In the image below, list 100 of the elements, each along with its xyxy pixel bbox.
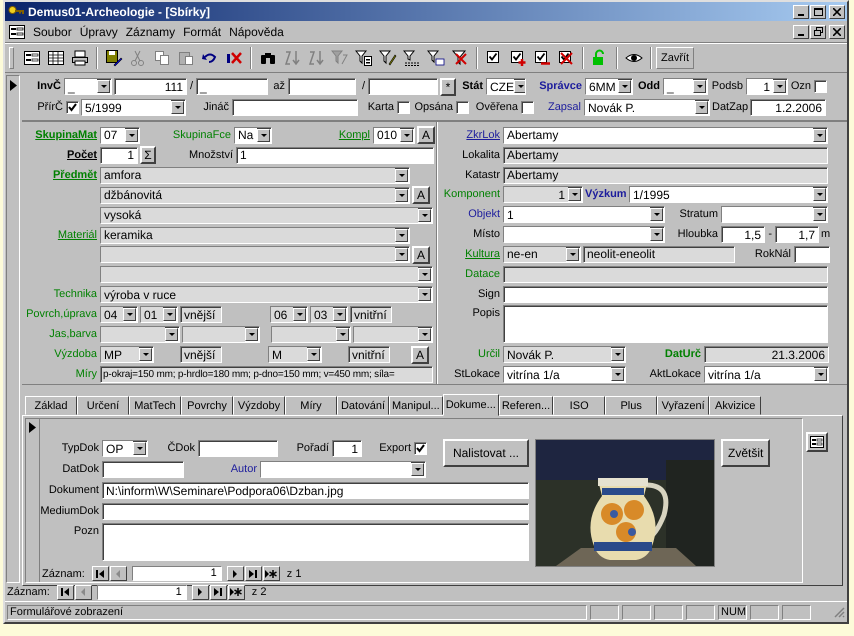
paste-icon[interactable] [177,49,195,67]
minimize-button[interactable] [793,4,809,18]
table-icon[interactable] [47,49,65,67]
text-field[interactable]: vnější [180,306,222,324]
filter-lines-icon[interactable] [403,49,421,67]
text-field[interactable] [503,266,828,283]
tab[interactable]: Akvizice [709,396,762,415]
first-record-button[interactable] [92,566,109,581]
combo-box[interactable] [721,206,828,224]
combo-box[interactable]: vitrína 1/a [704,366,829,384]
last-record-button[interactable] [244,566,262,581]
tab[interactable]: Výzdoby [233,396,285,415]
first-record-button[interactable] [56,584,74,600]
tab[interactable]: Povrchy [181,396,233,415]
checkbox[interactable] [521,101,534,114]
text-field[interactable] [794,246,830,263]
combo-box[interactable]: M [268,346,322,364]
menu-item[interactable]: Formát [179,24,226,38]
combo-box[interactable]: 1 [746,78,788,95]
combo-box[interactable]: 06 [270,306,308,324]
menu-item[interactable]: Záznamy [122,24,180,38]
small-button[interactable]: A [417,126,435,144]
form-view-button[interactable] [806,432,828,452]
text-field[interactable]: N:\inform\W\Seminare\Podpora06\Dzban.jpg [102,482,529,499]
small-button[interactable]: A [412,186,430,204]
combo-box[interactable]: keramika [100,226,410,244]
tab[interactable]: Základ [25,396,77,415]
text-field[interactable] [198,440,278,457]
new-record-button[interactable] [228,584,245,600]
text-field[interactable] [288,78,356,95]
combo-box[interactable]: Novák P. [503,346,626,364]
minimize-button[interactable] [793,24,809,38]
text-field[interactable]: vnitřní [348,346,390,364]
close-form-button[interactable]: Zavřít [656,47,694,69]
combo-box[interactable]: _ [663,78,708,95]
text-field[interactable]: p-okraj=150 mm; p-hrdlo=180 mm; p-dno=150 mm; v=450 mm; síla= [100,366,433,384]
checkbox-cross-icon[interactable] [557,49,575,67]
checkbox[interactable] [456,101,469,114]
disk-pencil-icon[interactable] [105,49,123,67]
filter-remove-icon[interactable] [451,49,469,67]
text-field[interactable] [368,78,438,95]
small-button[interactable]: A [412,246,430,264]
small-button[interactable]: Σ [140,146,156,164]
combo-box[interactable]: Abertamy [503,126,828,144]
combo-box[interactable]: vitrína 1/a [503,366,626,384]
text-field[interactable]: _ [196,78,268,95]
next-record-button[interactable] [192,584,209,600]
record-number-field[interactable]: 1 [96,584,187,600]
browse-button[interactable]: Nalistovat ... [442,439,529,467]
combo-box[interactable]: 5/1999 [81,99,186,116]
text-field[interactable] [232,99,358,116]
combo-box[interactable]: Na [234,126,272,144]
tab[interactable]: Dokume... [442,394,499,416]
tab[interactable]: Vyřazení [657,396,710,415]
checkbox[interactable] [397,101,410,114]
text-field[interactable]: 1 [332,440,362,457]
combo-box[interactable]: 07 [100,126,140,144]
combo-box[interactable]: 04 [100,306,138,324]
combo-box[interactable]: 03 [310,306,348,324]
checkbox[interactable] [814,80,827,93]
text-field[interactable] [102,461,184,478]
record-selector[interactable] [6,75,20,583]
combo-box[interactable]: vysoká [100,206,433,224]
close-button[interactable] [829,4,845,18]
combo-box[interactable]: Novák P. [584,99,710,116]
copy-icon[interactable] [153,49,171,67]
text-field[interactable]: 1.2.2006 [750,99,826,116]
checkbox[interactable] [66,101,79,114]
combo-box[interactable]: 1 [503,206,665,224]
text-field[interactable]: Abertamy [503,166,828,184]
combo-box[interactable]: 1 [503,186,583,204]
small-button[interactable]: * [440,78,456,96]
resize-grip-icon[interactable] [833,606,845,618]
text-field[interactable]: vnitřní [350,306,392,324]
text-field[interactable]: 1 [236,146,434,164]
checkbox[interactable] [414,442,427,455]
text-field[interactable]: 1,5 [721,226,765,244]
text-field[interactable]: 111 [114,78,187,95]
filter-form-icon[interactable] [355,49,373,67]
field-link[interactable]: Počet [22,146,98,164]
field-link[interactable]: ZkrLok [439,126,501,144]
combo-box[interactable]: CZE [486,78,526,95]
text-field[interactable]: Abertamy [503,146,828,164]
tab[interactable]: Plus [605,396,658,415]
menu-item[interactable]: Úpravy [76,24,122,38]
combo-box[interactable]: 6MM [585,78,633,95]
text-field[interactable]: 1,7 [775,226,819,244]
text-field[interactable]: neolit-eneolit [583,246,735,263]
tab[interactable]: Určení [77,396,129,415]
form-icon[interactable] [9,24,25,38]
text-field[interactable]: 21.3.2006 [704,346,829,364]
combo-box[interactable]: amfora [100,166,410,184]
combo-box[interactable] [271,326,351,344]
tab[interactable]: Manipul... [389,396,443,415]
restore-button[interactable] [810,24,826,38]
close-button[interactable] [829,24,845,38]
printer-icon[interactable] [71,49,89,67]
enlarge-button[interactable]: Zvětšit [721,439,770,467]
tab[interactable]: MatTech [129,396,181,415]
text-field[interactable] [503,286,828,303]
